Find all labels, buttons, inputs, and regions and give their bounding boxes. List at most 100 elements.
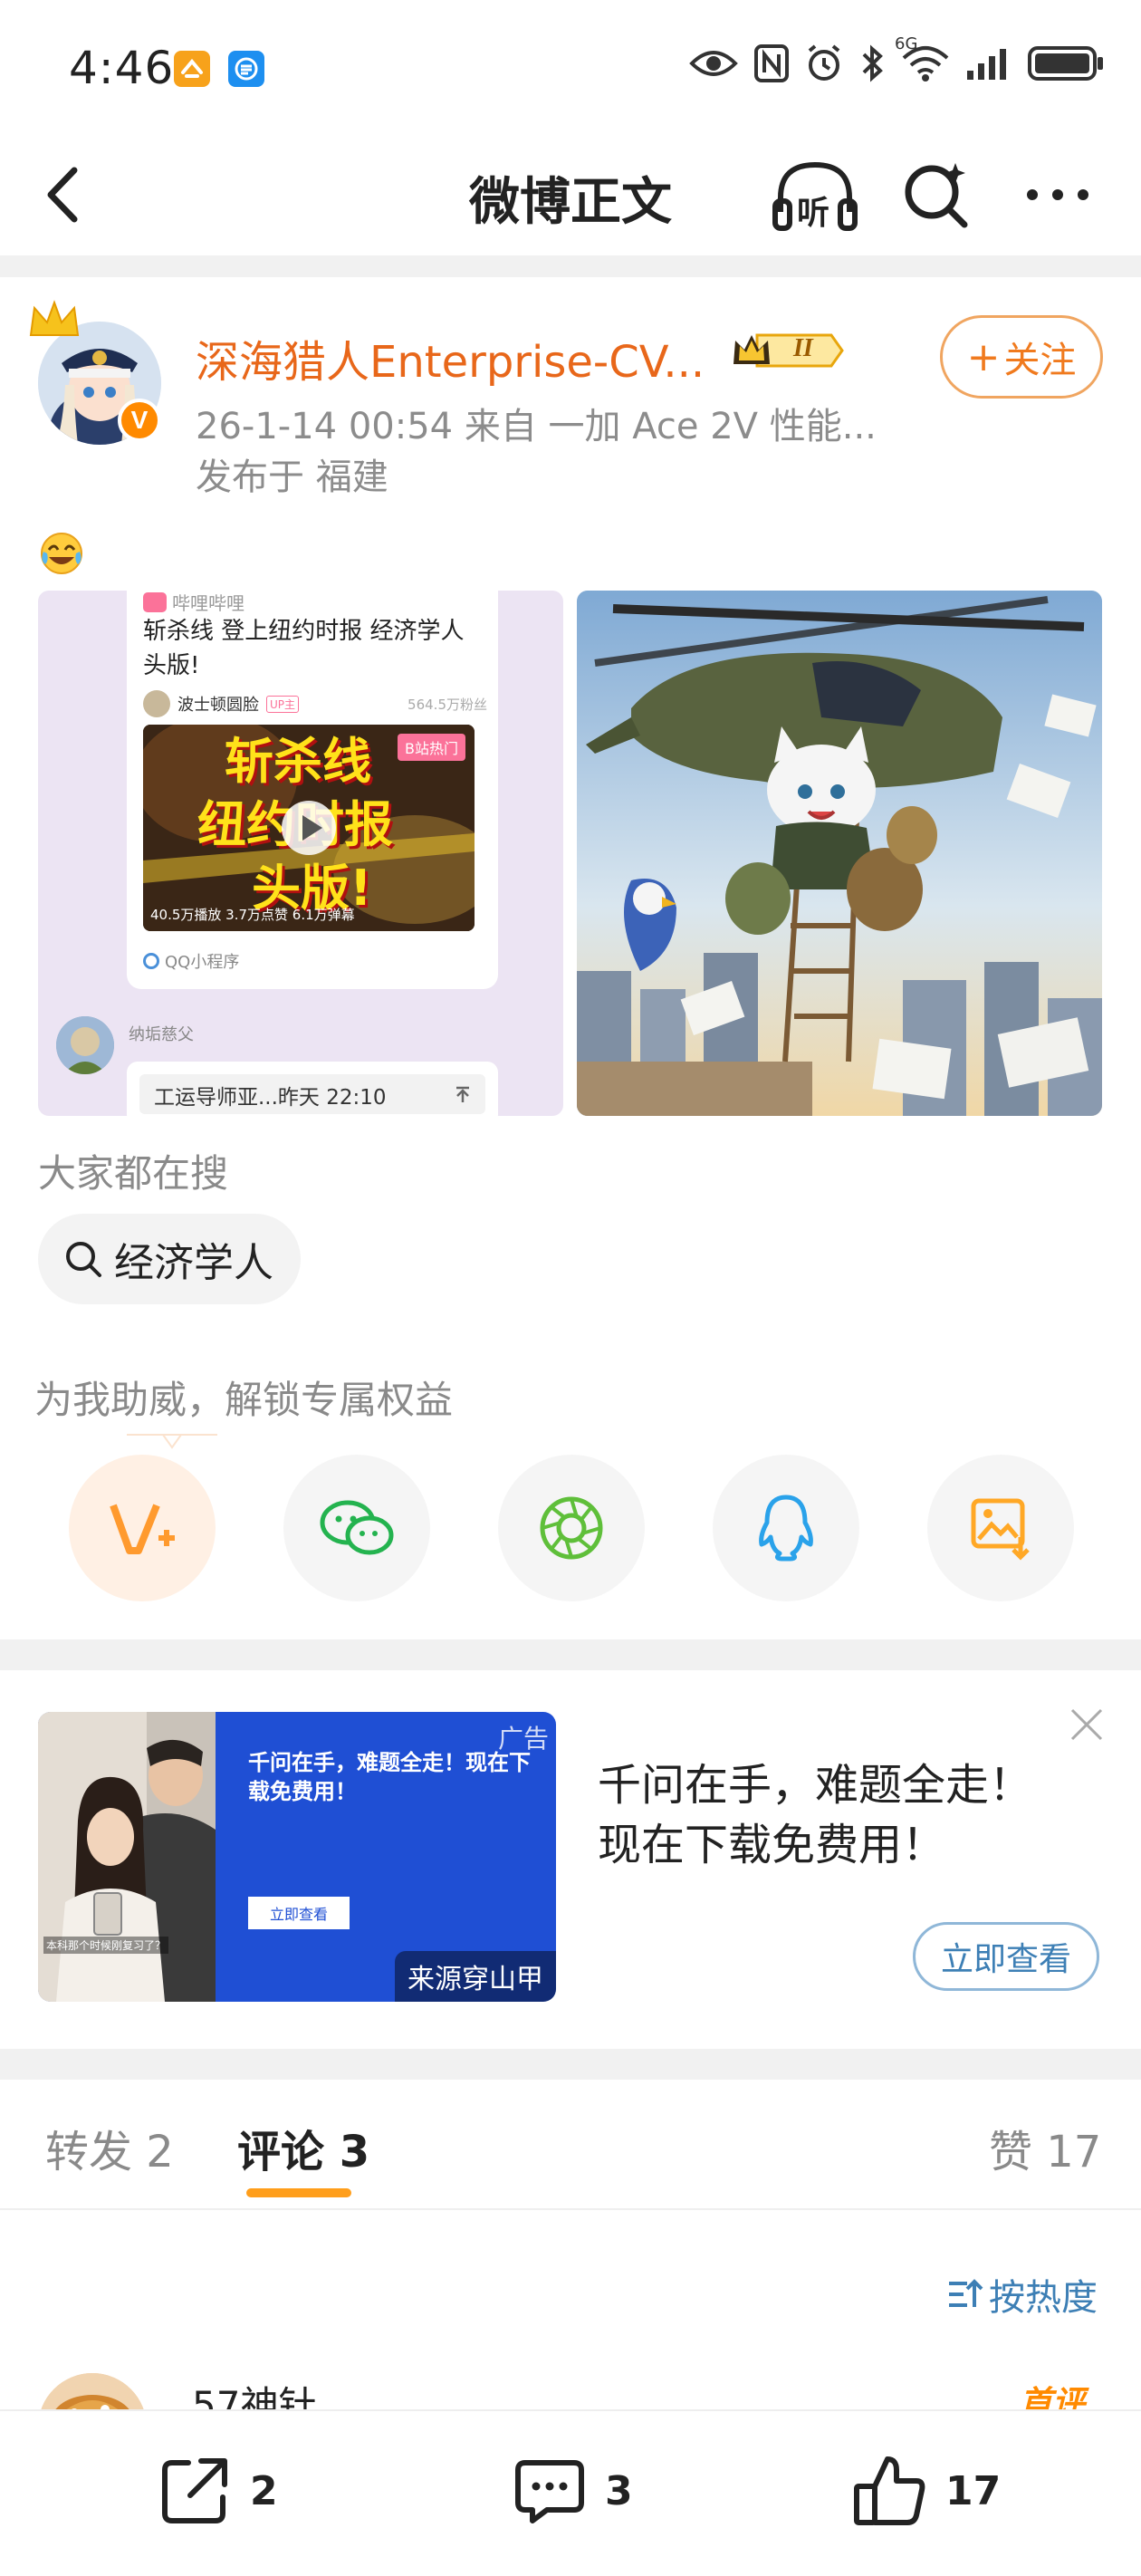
arrow-up-icon: [456, 1086, 469, 1102]
tabs-divider: [0, 2208, 1141, 2210]
reply-quote-text: 工运导师亚...昨天 22:10: [154, 1086, 387, 1110]
bluetooth-icon: [862, 44, 883, 82]
wifi-icon: 6G: [895, 34, 951, 83]
bottom-action-bar: 2 3 17: [0, 2409, 1141, 2576]
uploader-name: 波士顿圆脸: [177, 696, 259, 715]
repost-count: 2: [250, 2467, 278, 2514]
card-source: 哔哩哔哩: [143, 591, 244, 615]
comment-button[interactable]: 3: [511, 2446, 633, 2536]
post-location: 发布于 福建: [196, 457, 388, 498]
mini-program-label: QQ小程序: [165, 953, 240, 972]
post-image-1[interactable]: 哔哩哔哩 斩杀线 登上纽约时报 经济学人 头版! 波士顿圆脸 UP主 564.5…: [38, 591, 563, 1116]
battery-icon: [1028, 46, 1103, 81]
verified-badge: V: [118, 399, 161, 442]
like-button[interactable]: 17: [851, 2446, 1001, 2536]
follow-label: 关注: [1003, 340, 1077, 381]
v-plus-icon: [110, 1504, 175, 1554]
uploader-avatar: [143, 690, 170, 717]
tab-likes[interactable]: 赞 17: [989, 2116, 1101, 2179]
sort-button[interactable]: 按热度: [947, 2268, 1098, 2321]
ad-cta-button[interactable]: 立即查看: [913, 1922, 1099, 1991]
qq-penguin-icon: [759, 1495, 813, 1562]
uploader-followers: 564.5万粉丝: [408, 696, 487, 713]
reply-bubble: 工运导师亚...昨天 22:10: [127, 1062, 498, 1116]
vip-level-badge: II: [730, 328, 848, 373]
sort-label: 按热度: [989, 2277, 1098, 2319]
ad-photo: 本科那个时候刚复习了？: [38, 1712, 216, 2002]
card-headline: 斩杀线 登上纽约时报 经济学人 头版!: [143, 618, 465, 679]
hot-tag: B站热门: [398, 734, 465, 761]
trending-search-chip[interactable]: 经济学人: [38, 1214, 301, 1304]
mini-program-row: QQ小程序: [143, 949, 239, 973]
like-count: 17: [945, 2467, 1002, 2514]
network-type: 6G: [895, 34, 918, 53]
repost-share-icon: [162, 2458, 227, 2523]
tooltip-pointer: [127, 1434, 217, 1449]
vip-support-button[interactable]: [69, 1455, 216, 1601]
section-divider: [0, 255, 1141, 277]
thumb-text-1: 斩杀线: [225, 733, 371, 790]
reply-quote: 工运导师亚...昨天 22:10: [139, 1074, 485, 1114]
support-heading: 为我助威，解锁专属权益: [34, 1378, 454, 1422]
uploader-tag: UP主: [266, 695, 300, 713]
share-wechat-button[interactable]: [283, 1455, 430, 1601]
app-notification-icon-2: [228, 51, 264, 87]
nfc-icon: [754, 44, 789, 82]
listen-button[interactable]: 听: [770, 156, 860, 237]
ad-source: 来源穿山甲: [395, 1951, 556, 2002]
share-row: [69, 1455, 1074, 1601]
ad-image-headline: 千问在手，难题全走！现在下载免费用！: [248, 1750, 531, 1804]
app-notification-icon: [174, 51, 210, 87]
eye-icon: [689, 51, 738, 76]
commenter-name: 纳垢慈父: [129, 1025, 194, 1044]
share-moments-button[interactable]: [498, 1455, 645, 1601]
card-app-name: 哔哩哔哩: [172, 592, 244, 614]
search-icon: [66, 1242, 101, 1277]
shared-video-card: 哔哩哔哩 斩杀线 登上纽约时报 经济学人 头版! 波士顿圆脸 UP主 564.5…: [127, 591, 498, 989]
vip-level-text: II: [793, 334, 813, 362]
thumb-stats: 40.5万播放 3.7万点赞 6.1万弹幕: [150, 907, 355, 923]
card-uploader-row: 波士顿圆脸 UP主 564.5万粉丝: [143, 690, 487, 717]
ad-text[interactable]: 千问在手，难题全走！现在下载免费用！: [598, 1755, 1069, 1875]
helicopter-illustration: [577, 591, 1102, 1116]
ad-tag: 广告: [497, 1724, 549, 1754]
comment-count: 3: [605, 2467, 633, 2514]
author-name[interactable]: 深海猎人Enterprise-CV...: [196, 326, 705, 389]
status-icons: 6G: [688, 34, 1105, 83]
moments-aperture-icon: [540, 1496, 603, 1560]
alarm-icon: [808, 44, 840, 81]
share-qq-button[interactable]: [713, 1455, 859, 1601]
save-image-button[interactable]: [927, 1455, 1074, 1601]
ad-image-button: 立即查看: [248, 1897, 350, 1929]
ad-image[interactable]: 本科那个时候刚复习了？ 千问在手，难题全走！现在下载免费用！ 立即查看 广告 来…: [38, 1712, 556, 2002]
wechat-icon: [320, 1500, 394, 1555]
close-icon[interactable]: [1069, 1706, 1105, 1743]
trending-search-heading: 大家都在搜: [38, 1151, 229, 1196]
crown-icon: [29, 300, 80, 336]
ad-photo-caption: 本科那个时候刚复习了？: [43, 1937, 169, 1954]
bilibili-icon: [143, 591, 167, 612]
active-tab-indicator: [246, 2188, 351, 2197]
tab-comments[interactable]: 评论 3: [237, 2116, 369, 2179]
status-bar: 4:46 6G: [0, 0, 1141, 136]
video-thumbnail: 斩杀线 纽约时报 头版! B站热门 40.5万播放 3.7万点赞 6.1万弹幕: [143, 725, 475, 931]
post-meta: 26-1-14 00:54 来自 一加 Ace 2V 性能...: [196, 406, 877, 447]
more-options-icon[interactable]: [1021, 172, 1094, 217]
comment-bubble-icon: [515, 2460, 584, 2523]
tab-reposts[interactable]: 转发 2: [45, 2116, 174, 2179]
repost-button[interactable]: 2: [156, 2446, 278, 2536]
section-divider-3: [0, 2049, 1141, 2080]
section-divider-2: [0, 1639, 1141, 1670]
nav-bar: 微博正文 听: [0, 136, 1141, 254]
commenter-avatar: [56, 1016, 114, 1074]
status-time: 4:46: [69, 42, 175, 94]
play-icon: [282, 801, 336, 855]
save-image-icon: [971, 1498, 1030, 1561]
listen-label: 听: [797, 195, 830, 232]
follow-button[interactable]: + 关注: [940, 315, 1103, 399]
trending-search-label: 经济学人: [114, 1240, 273, 1286]
post-image-2[interactable]: [577, 591, 1102, 1116]
search-icon[interactable]: [901, 158, 973, 230]
sort-icon: [949, 2279, 983, 2307]
laughing-tears-emoji-icon: [41, 533, 82, 574]
